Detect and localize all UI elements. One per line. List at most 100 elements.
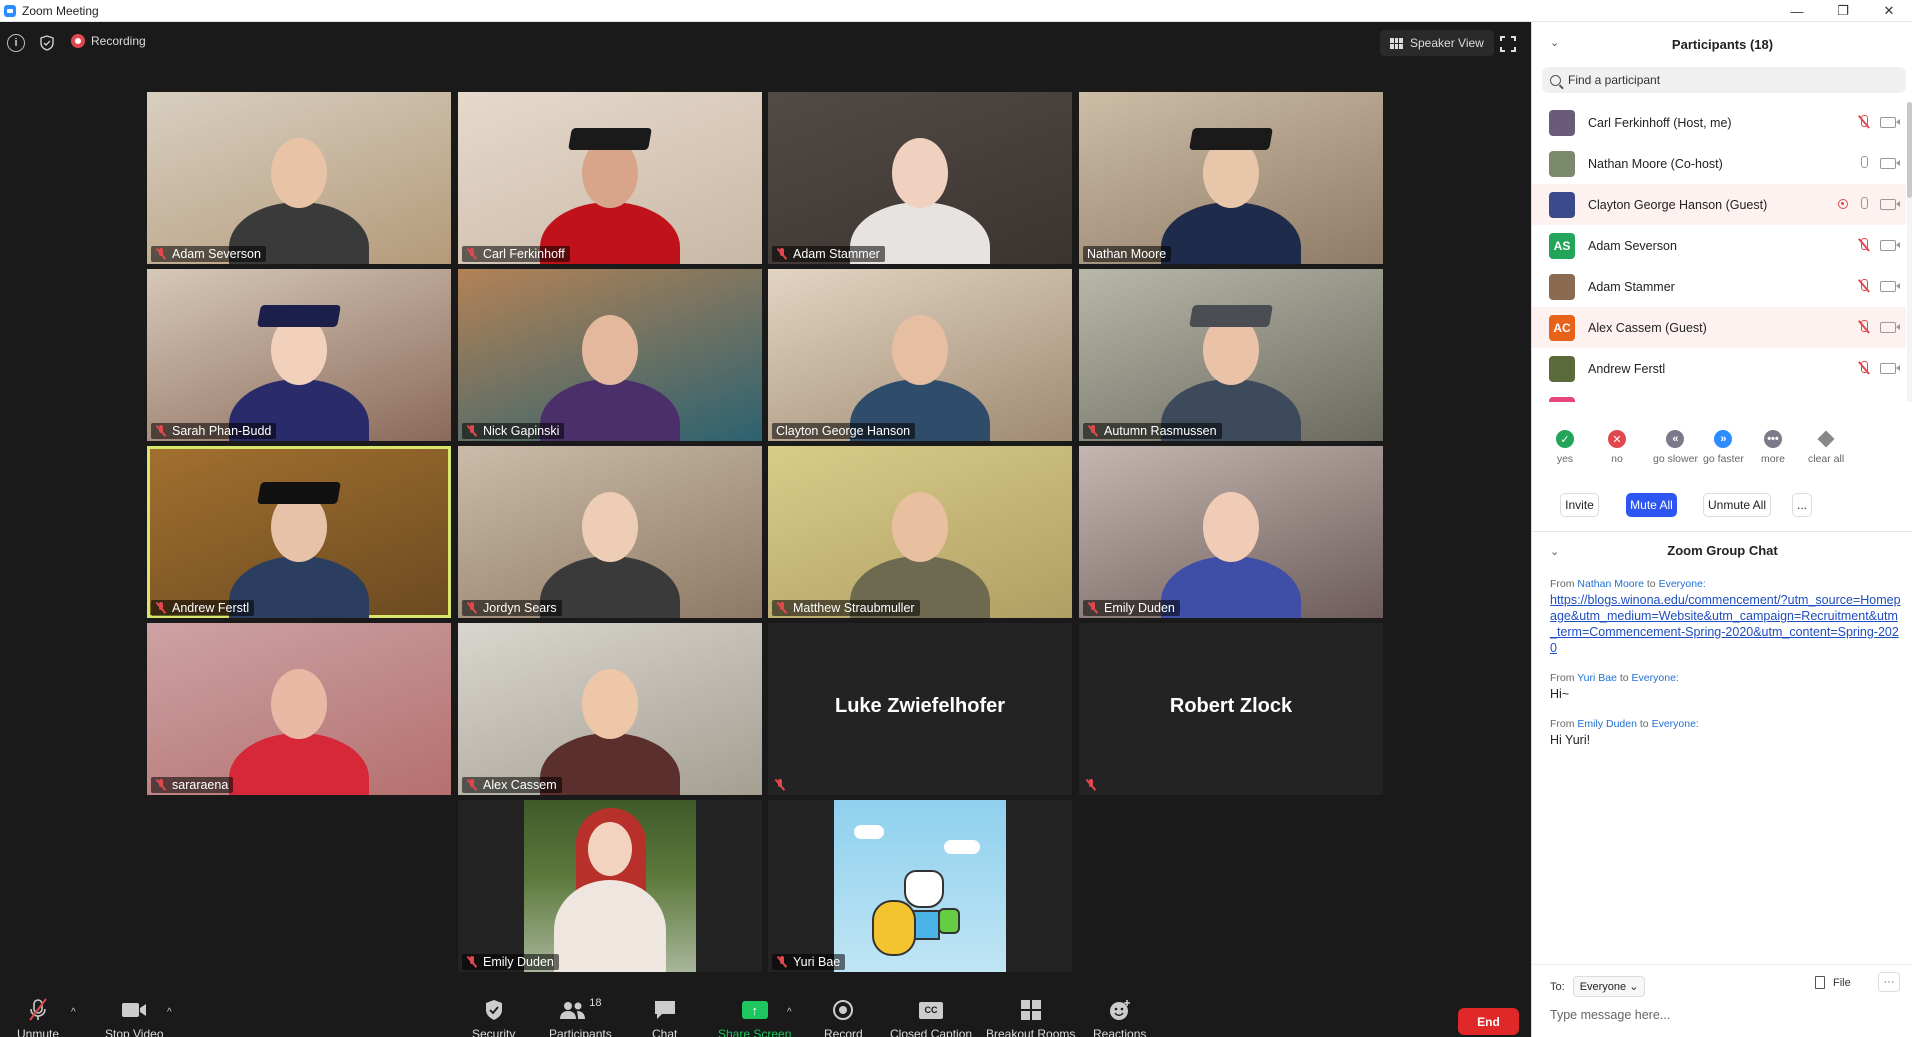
video-tile[interactable]: Matthew Straubmuller [768, 446, 1072, 618]
video-tile[interactable]: Emily Duden [458, 800, 762, 972]
mic-muted-icon[interactable] [1858, 279, 1870, 293]
reaction-more-button[interactable]: ••• more [1761, 430, 1785, 465]
recipient-select[interactable]: Everyone ⌄ [1572, 976, 1646, 997]
video-tile[interactable]: Carl Ferkinhoff [458, 92, 762, 264]
restore-icon[interactable]: ❐ [1820, 0, 1866, 22]
participant-name: Alex Cassem [483, 778, 557, 792]
participant-name-tag: Alex Cassem [462, 777, 562, 793]
video-tile[interactable]: Adam Severson [147, 92, 451, 264]
mic-icon[interactable] [1858, 197, 1870, 211]
mic-muted-icon[interactable] [1858, 320, 1870, 334]
participant-status-icons [1858, 238, 1900, 252]
chat-message-text: Hi Yuri! [1550, 733, 1591, 747]
reactions-button[interactable]: Reactions [1093, 997, 1146, 1037]
audio-options-caret-icon[interactable]: ^ [71, 1007, 76, 1018]
participant-row[interactable]: Nathan Moore (Co-host) [1532, 143, 1906, 184]
participant-list-name: Carl Ferkinhoff (Host, me) [1588, 115, 1732, 130]
share-screen-button[interactable]: ↑ Share Screen [718, 997, 791, 1037]
video-camera-icon[interactable] [1880, 321, 1900, 333]
video-tile[interactable]: Robert Zlock [1079, 623, 1383, 795]
chat-recipient-row: To: Everyone ⌄ [1550, 976, 1646, 997]
video-camera-icon[interactable] [1880, 239, 1900, 251]
mic-icon[interactable] [1858, 156, 1870, 170]
participant-row[interactable]: Clayton George Hanson (Guest) [1532, 184, 1906, 225]
more-options-button[interactable]: ... [1792, 493, 1812, 517]
video-tile[interactable]: Luke Zwiefelhofer [768, 623, 1072, 795]
video-camera-icon[interactable] [1880, 198, 1900, 210]
security-button[interactable]: Security [472, 997, 515, 1037]
participant-row[interactable]: AC Alex Cassem (Guest) [1532, 307, 1906, 348]
participant-list-scrollbar[interactable] [1907, 102, 1912, 402]
chat-message-input[interactable] [1550, 1008, 1900, 1022]
share-options-caret-icon[interactable]: ^ [787, 1007, 792, 1018]
fullscreen-icon[interactable] [1499, 35, 1517, 53]
video-tile[interactable]: Adam Stammer [768, 92, 1072, 264]
mute-all-button[interactable]: Mute All [1626, 493, 1677, 517]
chat-more-button[interactable]: ··· [1878, 972, 1900, 992]
mic-muted-icon[interactable] [1858, 361, 1870, 375]
closed-caption-button[interactable]: CC Closed Caption [890, 997, 972, 1037]
unmute-button[interactable]: Unmute [17, 997, 59, 1037]
stop-video-button[interactable]: Stop Video [105, 997, 164, 1037]
info-icon[interactable]: i [7, 34, 25, 52]
video-tile[interactable]: Emily Duden [1079, 446, 1383, 618]
reaction-go-faster-button[interactable]: » go faster [1703, 430, 1744, 465]
participant-status-icons [1858, 115, 1900, 129]
shield-icon[interactable] [38, 34, 56, 52]
video-tile[interactable]: Alex Cassem [458, 623, 762, 795]
mic-muted-icon [776, 956, 788, 968]
chat-link[interactable]: https://blogs.winona.edu/commencement/?u… [1550, 592, 1902, 656]
participant-search[interactable] [1542, 67, 1906, 93]
zoom-app-icon [4, 4, 16, 17]
video-camera-icon[interactable] [1880, 116, 1900, 128]
avatar: AS [1549, 232, 1575, 259]
minimize-icon[interactable]: — [1774, 0, 1820, 22]
mic-muted-icon[interactable] [1858, 115, 1870, 129]
breakout-rooms-button[interactable]: Breakout Rooms [986, 997, 1075, 1037]
sender-name[interactable]: Nathan Moore [1577, 578, 1644, 590]
video-camera-icon[interactable] [1880, 280, 1900, 292]
participant-status-icons [1838, 197, 1900, 211]
participant-search-input[interactable] [1568, 73, 1888, 87]
video-tile[interactable]: Clayton George Hanson [768, 269, 1072, 441]
video-tile[interactable]: sararaena [147, 623, 451, 795]
participant-row[interactable]: Andrew Ferstl [1532, 348, 1906, 389]
video-tile[interactable]: Yuri Bae [768, 800, 1072, 972]
sender-name[interactable]: Yuri Bae [1577, 672, 1617, 684]
sender-name[interactable]: Emily Duden [1577, 718, 1637, 730]
participant-name: Autumn Rasmussen [1104, 424, 1217, 438]
chat-button[interactable]: Chat [652, 997, 677, 1037]
unmute-all-button[interactable]: Unmute All [1703, 493, 1771, 517]
file-button[interactable]: File [1815, 976, 1851, 989]
video-tile[interactable]: Nick Gapinski [458, 269, 762, 441]
recording-indicator[interactable]: Recording [71, 34, 146, 48]
invite-button[interactable]: Invite [1560, 493, 1599, 517]
participant-row[interactable]: Adam Stammer [1532, 266, 1906, 307]
video-tile[interactable]: Autumn Rasmussen [1079, 269, 1383, 441]
meeting-toolbar: Unmute ^ Stop Video ^ Security 18 Partic… [0, 987, 1531, 1037]
participant-row[interactable]: Carl Ferkinhoff (Host, me) [1532, 102, 1906, 143]
video-camera-icon[interactable] [1880, 362, 1900, 374]
reaction-yes-button[interactable]: ✓ yes [1556, 430, 1574, 465]
participants-label: Participants [549, 1027, 612, 1037]
participant-row[interactable] [1532, 389, 1906, 402]
record-button[interactable]: Record [824, 997, 863, 1037]
reaction-go-slower-button[interactable]: « go slower [1653, 430, 1698, 465]
video-tile[interactable]: Jordyn Sears [458, 446, 762, 618]
video-tile[interactable]: Sarah Phan-Budd [147, 269, 451, 441]
video-tile[interactable]: Andrew Ferstl [147, 446, 451, 618]
speaker-view-button[interactable]: Speaker View [1380, 30, 1494, 56]
video-options-caret-icon[interactable]: ^ [167, 1007, 172, 1018]
participants-button[interactable]: 18 Participants [549, 997, 612, 1037]
video-camera-icon[interactable] [1880, 157, 1900, 169]
participant-row[interactable]: AS Adam Severson [1532, 225, 1906, 266]
reaction-no-button[interactable]: ✕ no [1608, 430, 1626, 465]
participant-name: Andrew Ferstl [172, 601, 250, 615]
video-tile[interactable]: Nathan Moore [1079, 92, 1383, 264]
mic-muted-icon[interactable] [1858, 238, 1870, 252]
end-meeting-button[interactable]: End [1458, 1008, 1519, 1035]
recording-dot-icon [71, 34, 85, 48]
chat-message-meta: From Yuri Bae to Everyone: [1550, 672, 1902, 684]
close-icon[interactable]: ✕ [1866, 0, 1912, 22]
reaction-clear-all-button[interactable]: clear all [1808, 430, 1844, 465]
